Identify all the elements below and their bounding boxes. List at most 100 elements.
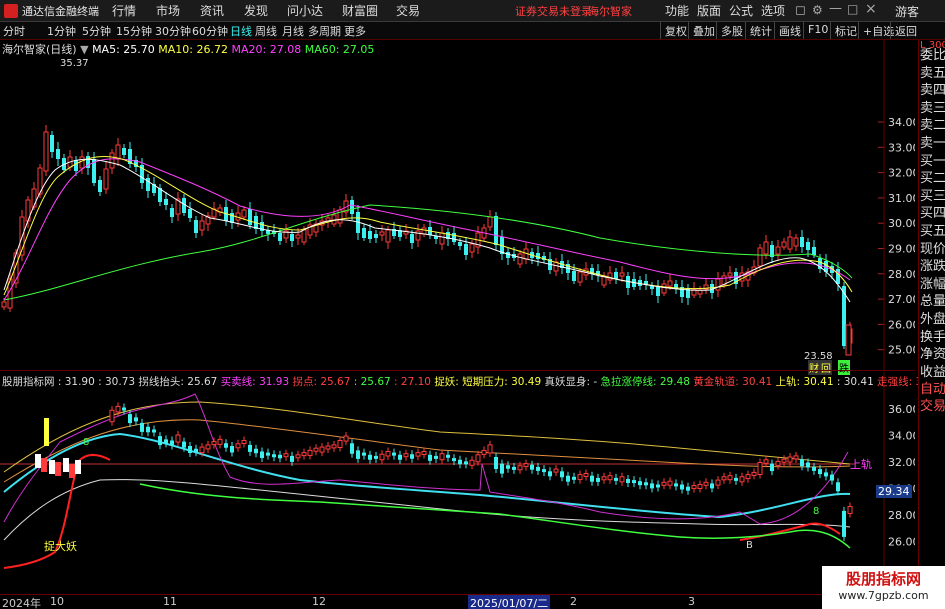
legend-dropdown-icon[interactable]: ▼ <box>80 43 88 56</box>
candle-body-down[interactable] <box>806 242 810 250</box>
menu-zixun[interactable]: 资讯 <box>200 2 224 19</box>
period-more[interactable]: 更多 <box>344 23 366 39</box>
candle-body-down[interactable] <box>350 200 354 214</box>
menu-faxian[interactable]: 发现 <box>244 2 268 19</box>
candle-body-up[interactable] <box>301 229 307 243</box>
btn-fanhui[interactable]: 返回 <box>890 22 921 39</box>
candle-body-up[interactable] <box>295 234 301 239</box>
candle-body-down[interactable] <box>410 234 414 243</box>
candle-body-up[interactable] <box>619 272 625 277</box>
candle-body-up[interactable] <box>757 247 763 267</box>
candle-body-down[interactable] <box>374 234 378 238</box>
period-multi[interactable]: 多周期 <box>308 23 341 39</box>
candle-body-up[interactable] <box>109 152 115 169</box>
candle-body-up[interactable] <box>1 301 7 308</box>
btn-diejia[interactable]: 叠加 <box>688 22 719 39</box>
candle-body-down[interactable] <box>56 149 60 159</box>
candle-body-up[interactable] <box>115 144 121 160</box>
candle-body-up[interactable] <box>241 209 247 218</box>
btn-tongji[interactable]: 统计 <box>745 22 776 39</box>
candle-body-up[interactable] <box>199 220 205 231</box>
candle-body-up[interactable] <box>715 278 721 291</box>
candle-body-down[interactable] <box>170 208 174 217</box>
window-minimize-icon[interactable]: — <box>829 1 842 16</box>
menu-hangqing[interactable]: 行情 <box>112 2 136 19</box>
candle-body-down[interactable] <box>362 228 366 238</box>
candle-body-down[interactable] <box>494 216 498 245</box>
candle-body-up[interactable] <box>607 272 613 281</box>
settings-icon[interactable]: ⚙ <box>812 3 823 17</box>
candle-body-down[interactable] <box>812 247 816 255</box>
candle-body-down[interactable] <box>164 199 168 205</box>
candle-body-down[interactable] <box>74 160 78 171</box>
candle-body-up[interactable] <box>103 168 109 190</box>
candle-body-up[interactable] <box>415 230 421 241</box>
candle-body-up[interactable] <box>379 231 385 236</box>
minimize-icon[interactable]: ◻ <box>795 3 806 18</box>
candlestick-chart[interactable]: 34.00 33.00 32.00 31.00 30.00 29.00 28.00 27.00… <box>0 40 915 370</box>
candle-body-down[interactable] <box>464 244 468 255</box>
candle-body-up[interactable] <box>667 280 673 287</box>
candle-body-down[interactable] <box>98 180 102 192</box>
menu-xuanxiang[interactable]: 选项 <box>761 2 785 19</box>
candle-body-up[interactable] <box>787 236 793 250</box>
period-1min[interactable]: 1分钟 <box>47 23 76 39</box>
candle-body-down[interactable] <box>656 287 660 296</box>
candle-body-down[interactable] <box>368 231 372 239</box>
menu-caifuquan[interactable]: 财富圈 <box>342 2 378 19</box>
candle-body-down[interactable] <box>536 253 540 259</box>
menu-shichang[interactable]: 市场 <box>156 2 180 19</box>
window-maximize-icon[interactable]: □ <box>847 2 858 16</box>
window-close-icon[interactable]: × <box>865 1 877 17</box>
candle-body-up[interactable] <box>845 324 852 356</box>
candle-body-down[interactable] <box>614 272 618 279</box>
period-5min[interactable]: 5分钟 <box>82 23 111 39</box>
btn-duogu[interactable]: 多股 <box>716 22 747 39</box>
period-fenshi[interactable]: 分时 <box>3 23 25 39</box>
menu-jiaoyi[interactable]: 交易 <box>396 2 420 19</box>
candle-body-up[interactable] <box>439 232 445 245</box>
candle-body-down[interactable] <box>800 237 804 247</box>
candle-body-down[interactable] <box>506 252 510 258</box>
period-daily[interactable]: 日线 <box>230 23 252 39</box>
candle-body-up[interactable] <box>385 229 391 243</box>
candle-body-up[interactable] <box>763 241 769 255</box>
candle-body-up[interactable] <box>661 283 667 294</box>
right-panel-item-20[interactable]: 交易 <box>920 397 945 417</box>
menu-gongneng[interactable]: 功能 <box>665 2 689 19</box>
menu-banmian[interactable]: 版面 <box>697 2 721 19</box>
btn-f10[interactable]: F10 <box>803 22 832 39</box>
candle-body-down[interactable] <box>122 148 126 155</box>
period-15min[interactable]: 15分钟 <box>116 23 152 39</box>
period-30min[interactable]: 30分钟 <box>155 23 191 39</box>
candle-body-up[interactable] <box>793 237 799 247</box>
candle-body-down[interactable] <box>452 233 456 242</box>
legend-indicator-name[interactable]: 股朋指标网 <box>2 376 55 388</box>
indicator-chart[interactable]: 36.0034.0032.0030.0028.0026.0014:5614:56… <box>0 372 915 594</box>
candle-body-down[interactable] <box>188 209 192 218</box>
btn-biaoji[interactable]: 标记 <box>830 22 861 39</box>
candle-body-up[interactable] <box>727 272 733 277</box>
candle-body-down[interactable] <box>290 234 294 241</box>
period-monthly[interactable]: 月线 <box>282 23 304 39</box>
candle-body-down[interactable] <box>50 135 54 152</box>
candle-body-down[interactable] <box>278 233 282 241</box>
candle-body-up[interactable] <box>775 246 781 255</box>
candle-body-down[interactable] <box>458 242 462 246</box>
candle-body-up[interactable] <box>421 227 427 235</box>
btn-huaxian[interactable]: 画线 <box>774 22 805 39</box>
candle-body-up[interactable] <box>781 241 787 248</box>
candle-body-down[interactable] <box>572 271 576 281</box>
candle-body-down[interactable] <box>650 286 654 289</box>
candle-body-up[interactable] <box>43 131 49 172</box>
login-warning[interactable]: 证券交易未登录 <box>515 3 592 19</box>
period-60min[interactable]: 60分钟 <box>192 23 228 39</box>
candle-body-down[interactable] <box>248 209 252 225</box>
candle-body-up[interactable] <box>487 216 493 228</box>
menu-wenxiaoda[interactable]: 问小达 <box>287 2 323 19</box>
period-weekly[interactable]: 周线 <box>255 23 277 39</box>
menu-gongshi[interactable]: 公式 <box>729 2 753 19</box>
candle-body-up[interactable] <box>739 272 745 282</box>
guest-label[interactable]: 游客 <box>895 3 919 20</box>
candle-body-up[interactable] <box>469 243 475 253</box>
